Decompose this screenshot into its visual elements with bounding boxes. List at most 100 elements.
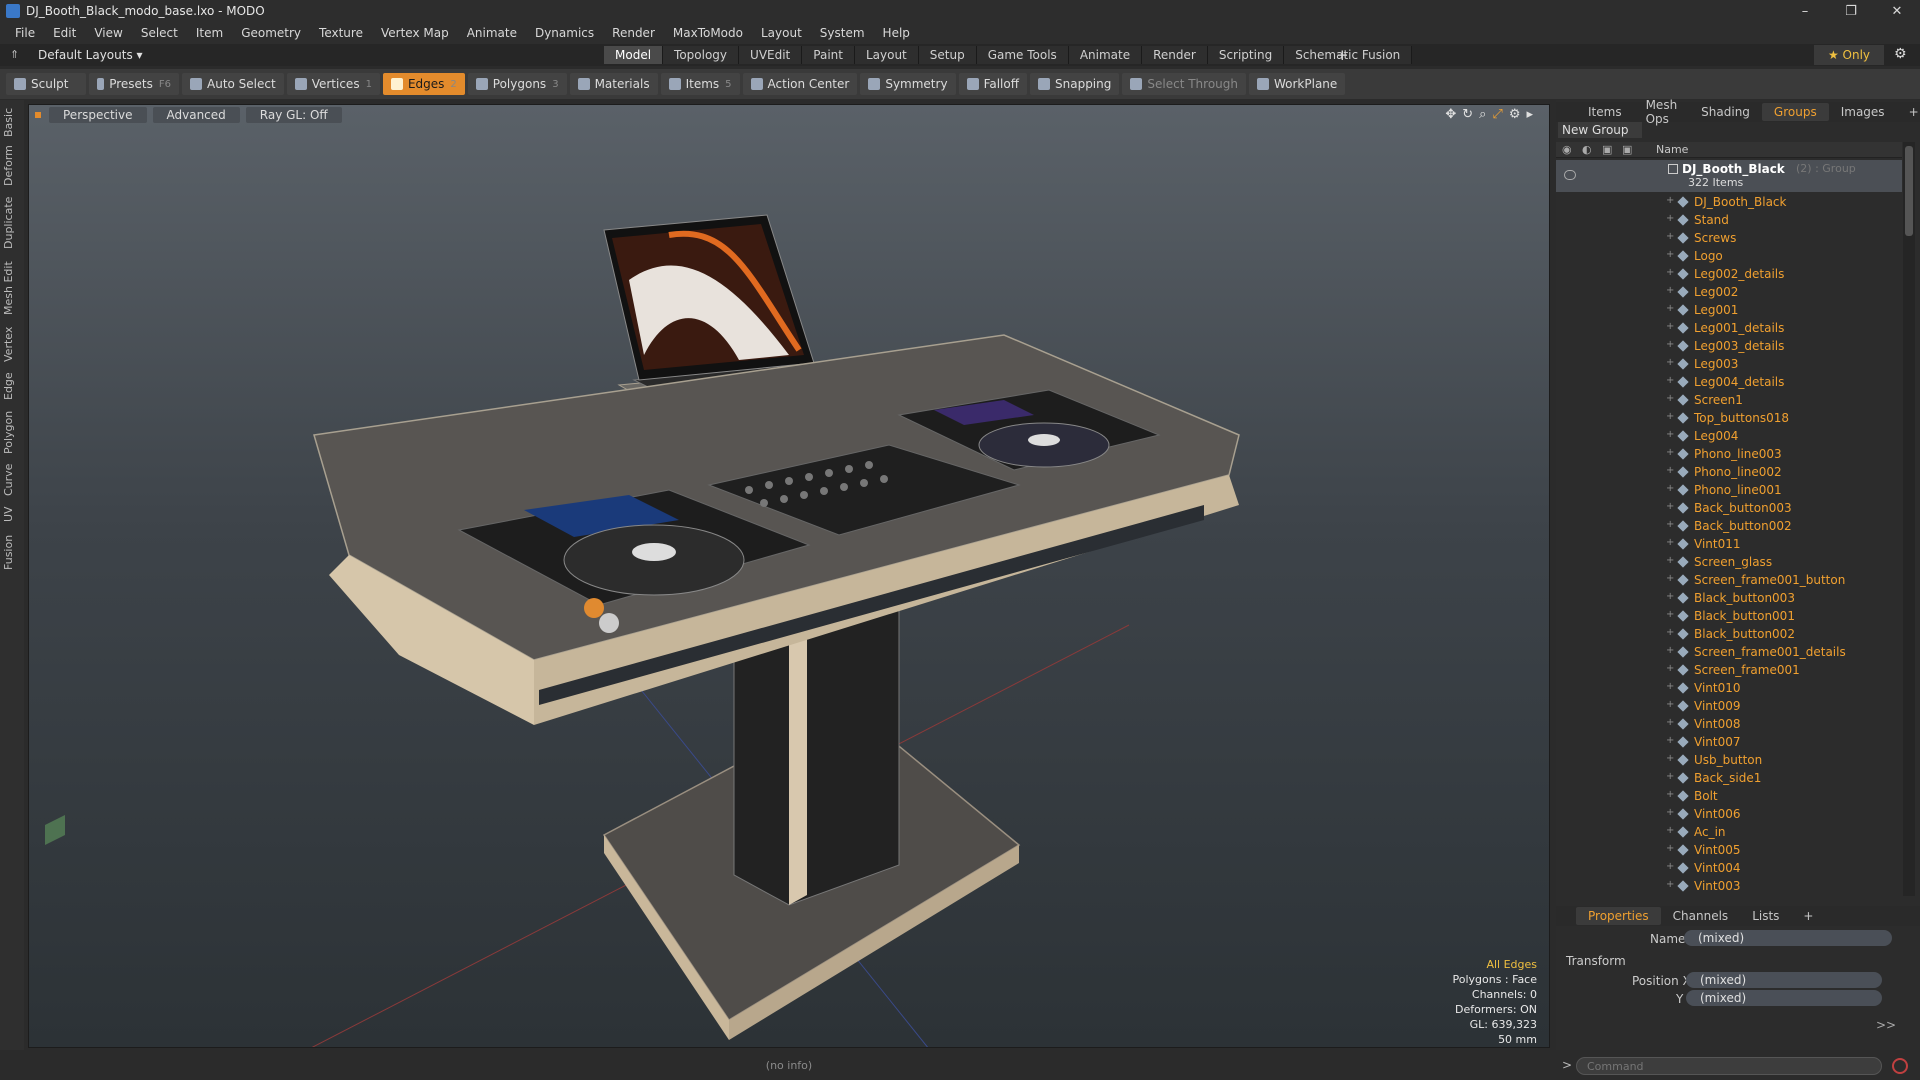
menu-system[interactable]: System [811,26,874,40]
add-panel-tab-icon[interactable]: + [1897,103,1920,121]
expand-icon[interactable]: + [1666,753,1674,764]
polygons-button[interactable]: Polygons 3 [467,73,567,95]
expand-icon[interactable]: + [1666,555,1674,566]
snapping-button[interactable]: Snapping [1030,73,1120,95]
menu-view[interactable]: View [85,26,131,40]
menu-geometry[interactable]: Geometry [232,26,310,40]
menu-file[interactable]: File [6,26,44,40]
tab-lists[interactable]: Lists [1740,907,1791,925]
tab-model[interactable]: Model [604,46,664,64]
group-list-item[interactable]: + Screen_frame001_button [1556,572,1902,590]
tab-render[interactable]: Render [1142,46,1208,64]
symmetry-button[interactable]: Symmetry [860,73,956,95]
group-list-item[interactable]: + Top_buttons018 [1556,410,1902,428]
group-list-item[interactable]: + Phono_line002 [1556,464,1902,482]
group-list-scrollbar[interactable] [1903,142,1915,896]
layout-expand-icon[interactable]: ⇑ [10,48,19,61]
tab-groups[interactable]: Groups [1761,103,1829,121]
tab-items[interactable]: Items [1576,103,1634,121]
expand-icon[interactable]: + [1666,267,1674,278]
group-list-item[interactable]: + Leg003 [1556,356,1902,374]
expand-icon[interactable]: + [1666,195,1674,206]
name-column-header[interactable]: Name [1656,143,1688,156]
expand-icon[interactable]: + [1666,627,1674,638]
expand-icon[interactable]: + [1666,411,1674,422]
expand-icon[interactable]: + [1666,717,1674,728]
group-list-item[interactable]: + Back_button002 [1556,518,1902,536]
record-macro-icon[interactable] [1892,1058,1908,1074]
new-group-button[interactable]: New Group [1558,122,1642,138]
tab-layout[interactable]: Layout [854,46,919,64]
expand-icon[interactable]: + [1666,321,1674,332]
expand-icon[interactable]: + [1666,825,1674,836]
group-list-item[interactable]: + Bolt [1556,788,1902,806]
expand-icon[interactable]: + [1666,699,1674,710]
group-list-item[interactable]: + Vint008 [1556,716,1902,734]
group-list-item[interactable]: + Logo [1556,248,1902,266]
group-list-item[interactable]: + Phono_line003 [1556,446,1902,464]
expand-icon[interactable]: + [1666,879,1674,890]
tab-channels[interactable]: Channels [1661,907,1741,925]
falloff-button[interactable]: Falloff [958,73,1027,95]
position-x-field[interactable]: (mixed) [1686,972,1882,988]
expand-icon[interactable]: + [1666,447,1674,458]
group-list-item[interactable]: + Leg002 [1556,284,1902,302]
expand-icon[interactable]: + [1666,807,1674,818]
command-input[interactable] [1576,1057,1882,1075]
expand-icon[interactable]: + [1666,429,1674,440]
group-list-item[interactable]: + Vint011 [1556,536,1902,554]
lock-column-icon[interactable]: ▣ [1602,143,1612,156]
group-list-item[interactable]: + Screen_frame001 [1556,662,1902,680]
tab-mesh-edit[interactable]: Mesh Edit [2,258,22,318]
more-properties-button[interactable]: >> [1876,1018,1896,1032]
tab-images[interactable]: Images [1829,103,1897,121]
add-tab-icon[interactable]: + [1336,46,1349,64]
group-list-item[interactable]: + Vint003 [1556,878,1902,896]
3d-viewport[interactable]: Perspective Advanced Ray GL: Off ✥ ↻ ⌕ ⤢… [28,104,1550,1048]
group-list-item[interactable]: + Back_button003 [1556,500,1902,518]
group-list-item[interactable]: + Screen_frame001_details [1556,644,1902,662]
group-list-item[interactable]: + Leg002_details [1556,266,1902,284]
tab-basic[interactable]: Basic [2,104,22,140]
expand-icon[interactable]: + [1666,861,1674,872]
expand-icon[interactable]: + [1666,303,1674,314]
group-list-item[interactable]: + DJ_Booth_Black [1556,194,1902,212]
expand-icon[interactable]: + [1666,249,1674,260]
menu-dynamics[interactable]: Dynamics [526,26,603,40]
tab-edge[interactable]: Edge [2,368,22,404]
tab-properties[interactable]: Properties [1576,907,1661,925]
expand-icon[interactable]: + [1666,645,1674,656]
tab-uv[interactable]: UV [2,502,22,526]
tab-animate[interactable]: Animate [1068,46,1143,64]
expand-icon[interactable]: + [1666,339,1674,350]
tab-curve[interactable]: Curve [2,460,22,500]
select-through-button[interactable]: Select Through [1122,73,1246,95]
tab-polygon[interactable]: Polygon [2,406,22,458]
tab-duplicate[interactable]: Duplicate [2,194,22,252]
group-list-item[interactable]: + Black_button003 [1556,590,1902,608]
expand-icon[interactable]: + [1666,591,1674,602]
group-list-item[interactable]: + Black_button002 [1556,626,1902,644]
add-properties-tab-icon[interactable]: + [1791,907,1825,925]
maximize-button[interactable]: ❐ [1828,4,1874,19]
tab-paint[interactable]: Paint [802,46,855,64]
expand-icon[interactable]: + [1666,213,1674,224]
minimize-button[interactable]: – [1782,4,1828,19]
sculpt-button[interactable]: Sculpt [6,73,86,95]
menu-maxtomodo[interactable]: MaxToModo [664,26,752,40]
materials-button[interactable]: Materials [569,73,658,95]
tab-topology[interactable]: Topology [663,46,740,64]
gear-icon[interactable]: ⚙ [1894,46,1907,62]
render-column-icon[interactable]: ◐ [1582,143,1592,156]
group-list-item[interactable]: + Vint010 [1556,680,1902,698]
workplane-button[interactable]: WorkPlane [1248,73,1346,95]
menu-help[interactable]: Help [874,26,919,40]
menu-vertex-map[interactable]: Vertex Map [372,26,458,40]
expand-icon[interactable]: + [1666,789,1674,800]
menu-render[interactable]: Render [603,26,664,40]
expand-icon[interactable]: + [1666,681,1674,692]
expand-icon[interactable]: + [1666,357,1674,368]
group-list-item[interactable]: + Vint009 [1556,698,1902,716]
group-list-item[interactable]: + Vint005 [1556,842,1902,860]
group-list-item[interactable]: + Stand [1556,212,1902,230]
